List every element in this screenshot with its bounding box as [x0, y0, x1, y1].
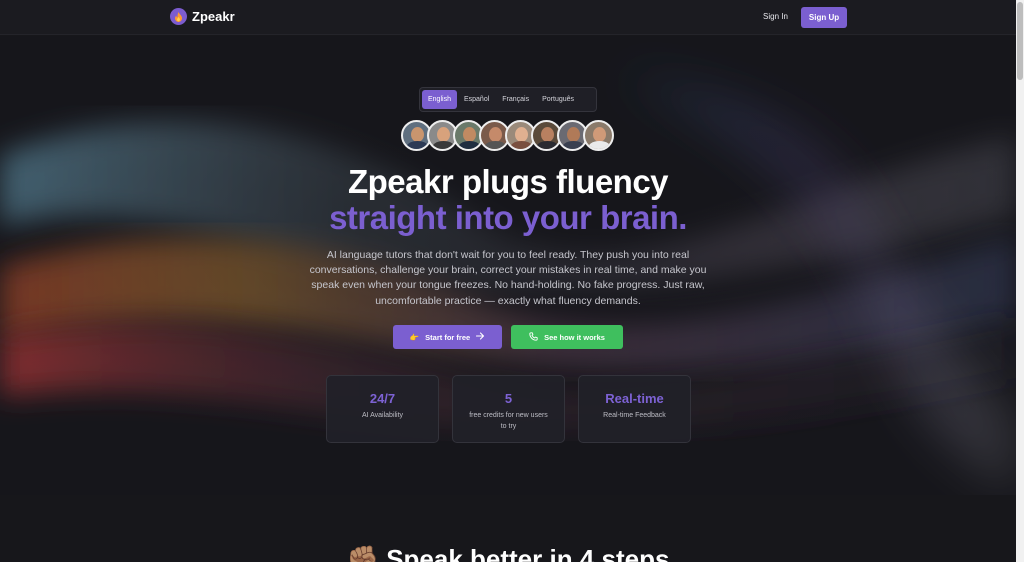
start-for-free-label: Start for free: [425, 332, 471, 342]
sign-in-link[interactable]: Sign In: [763, 12, 788, 21]
see-how-it-works-button[interactable]: See how it works: [511, 325, 623, 349]
stat-card-feedback: Real-time Real-time Feedback: [578, 375, 691, 443]
language-switcher: English Español Français Português: [419, 87, 597, 112]
hero-headline-line1: Zpeakr plugs fluency: [347, 163, 669, 200]
stat-label: Real-time Feedback: [603, 412, 666, 419]
arrow-right-icon: [476, 332, 485, 342]
stat-card-credits: 5 free credits for new users to try: [452, 375, 565, 443]
stat-value: Real-time: [605, 391, 664, 406]
page-scrollbar[interactable]: [1016, 0, 1024, 562]
start-for-free-button[interactable]: 👉 Start for free: [393, 325, 502, 349]
lang-option-francais[interactable]: Français: [496, 90, 535, 109]
avatar: [583, 120, 614, 151]
stat-label: AI Availability: [361, 412, 404, 419]
scrollbar-thumb[interactable]: [1017, 2, 1023, 80]
stat-value: 24/7: [369, 391, 396, 406]
hero-headline-line2: straight into your brain.: [329, 199, 687, 236]
see-how-it-works-label: See how it works: [544, 332, 605, 342]
sign-up-button[interactable]: Sign Up: [801, 7, 847, 28]
steps-section-title: ✊🏽 Speak better in 4 steps: [0, 544, 1016, 562]
lang-option-english[interactable]: English: [422, 90, 457, 109]
lang-option-espanol[interactable]: Español: [458, 90, 495, 109]
top-navbar: Zpeakr Sign In Sign Up: [0, 0, 1016, 35]
fire-icon: [170, 8, 187, 25]
brand-name: Zpeakr: [192, 9, 235, 24]
lang-option-portugues[interactable]: Português: [536, 90, 580, 109]
pointing-hand-icon: 👉: [409, 332, 420, 342]
tutor-avatars: [401, 120, 614, 151]
steps-title-text: Speak better in 4 steps: [386, 544, 670, 562]
phone-icon: [529, 331, 538, 343]
stat-value: 5: [504, 391, 513, 406]
hero-subtitle: AI language tutors that don't wait for y…: [309, 249, 707, 307]
brand-logo[interactable]: Zpeakr: [170, 8, 235, 25]
fist-icon: ✊🏽: [346, 544, 379, 562]
stat-card-availability: 24/7 AI Availability: [326, 375, 439, 443]
hero-section: English Español Français Português Zpeak…: [0, 36, 1016, 495]
stat-label: free credits for new users to try: [469, 412, 548, 430]
